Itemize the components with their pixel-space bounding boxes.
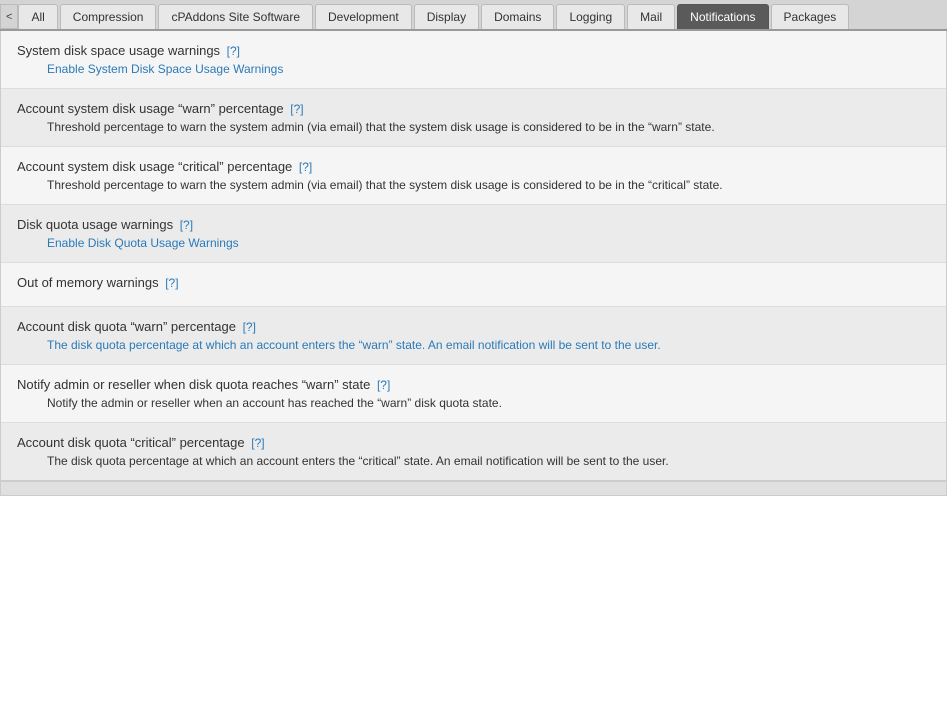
setting-row-account-system-disk-warn-pct: Account system disk usage “warn” percent…	[1, 89, 946, 147]
tab-bar: < AllCompressioncPAddons Site SoftwareDe…	[0, 0, 947, 31]
help-link-system-disk-space-usage-warnings[interactable]: [?]	[227, 44, 240, 58]
setting-title-disk-quota-usage-warnings: Disk quota usage warnings [?]	[17, 217, 930, 232]
setting-row-account-system-disk-critical-pct: Account system disk usage “critical” per…	[1, 147, 946, 205]
horizontal-scrollbar[interactable]	[0, 482, 947, 496]
help-link-account-system-disk-critical-pct[interactable]: [?]	[299, 160, 312, 174]
setting-row-out-of-memory-warnings: Out of memory warnings [?]	[1, 263, 946, 307]
tab-all[interactable]: All	[18, 4, 57, 29]
help-link-disk-quota-usage-warnings[interactable]: [?]	[180, 218, 193, 232]
help-link-account-disk-quota-critical-pct[interactable]: [?]	[251, 436, 264, 450]
tab-display[interactable]: Display	[414, 4, 479, 29]
tab-development[interactable]: Development	[315, 4, 412, 29]
setting-title-system-disk-space-usage-warnings: System disk space usage warnings [?]	[17, 43, 930, 58]
help-link-out-of-memory-warnings[interactable]: [?]	[165, 276, 178, 290]
setting-desc-system-disk-space-usage-warnings: Enable System Disk Space Usage Warnings	[47, 62, 930, 76]
setting-title-notify-admin-reseller-disk-quota-warn: Notify admin or reseller when disk quota…	[17, 377, 930, 392]
settings-content: System disk space usage warnings [?] Enab…	[0, 31, 947, 482]
setting-desc-disk-quota-usage-warnings: Enable Disk Quota Usage Warnings	[47, 236, 930, 250]
tab-mail[interactable]: Mail	[627, 4, 675, 29]
setting-row-disk-quota-usage-warnings: Disk quota usage warnings [?] Enable Disk…	[1, 205, 946, 263]
setting-desc-account-system-disk-warn-pct: Threshold percentage to warn the system …	[47, 120, 930, 134]
setting-desc-account-system-disk-critical-pct: Threshold percentage to warn the system …	[47, 178, 930, 192]
setting-row-account-disk-quota-warn-pct: Account disk quota “warn” percentage [?]…	[1, 307, 946, 365]
setting-title-account-disk-quota-critical-pct: Account disk quota “critical” percentage…	[17, 435, 930, 450]
tab-domains[interactable]: Domains	[481, 4, 554, 29]
setting-row-account-disk-quota-critical-pct: Account disk quota “critical” percentage…	[1, 423, 946, 481]
setting-row-notify-admin-reseller-disk-quota-warn: Notify admin or reseller when disk quota…	[1, 365, 946, 423]
tab-notifications[interactable]: Notifications	[677, 4, 768, 29]
tab-compression[interactable]: Compression	[60, 4, 157, 29]
setting-title-account-system-disk-warn-pct: Account system disk usage “warn” percent…	[17, 101, 930, 116]
setting-desc-account-disk-quota-critical-pct: The disk quota percentage at which an ac…	[47, 454, 930, 468]
setting-title-account-system-disk-critical-pct: Account system disk usage “critical” per…	[17, 159, 930, 174]
help-link-notify-admin-reseller-disk-quota-warn[interactable]: [?]	[377, 378, 390, 392]
help-link-account-disk-quota-warn-pct[interactable]: [?]	[243, 320, 256, 334]
tab-cpaddons[interactable]: cPAddons Site Software	[158, 4, 313, 29]
setting-title-out-of-memory-warnings: Out of memory warnings [?]	[17, 275, 930, 290]
setting-title-account-disk-quota-warn-pct: Account disk quota “warn” percentage [?]	[17, 319, 930, 334]
setting-row-system-disk-space-usage-warnings: System disk space usage warnings [?] Enab…	[1, 31, 946, 89]
tab-scroll-left-btn[interactable]: <	[0, 4, 18, 29]
help-link-account-system-disk-warn-pct[interactable]: [?]	[290, 102, 303, 116]
setting-desc-account-disk-quota-warn-pct: The disk quota percentage at which an ac…	[47, 338, 930, 352]
tab-packages[interactable]: Packages	[771, 4, 850, 29]
tab-logging[interactable]: Logging	[556, 4, 625, 29]
setting-desc-notify-admin-reseller-disk-quota-warn: Notify the admin or reseller when an acc…	[47, 396, 930, 410]
